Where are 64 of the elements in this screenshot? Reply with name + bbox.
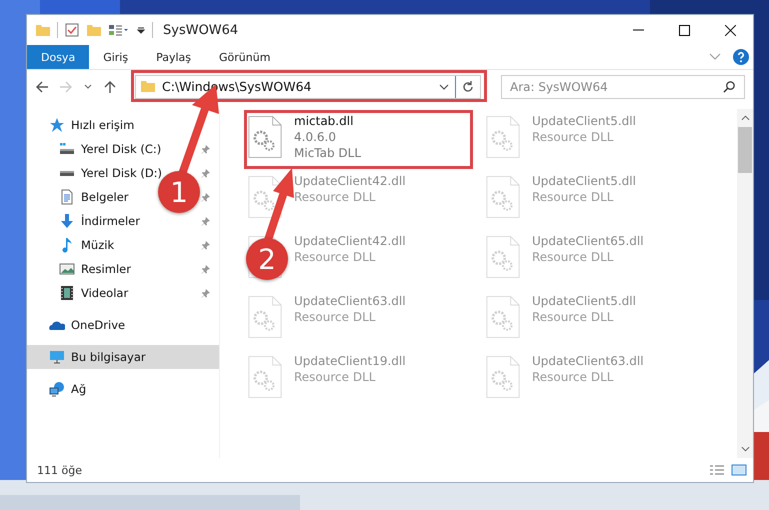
file-gear-icon xyxy=(248,175,282,219)
refresh-icon[interactable] xyxy=(461,80,475,94)
pin-icon[interactable] xyxy=(201,288,211,298)
search-icon[interactable] xyxy=(723,80,736,92)
drive-icon xyxy=(59,141,75,157)
file-gear-icon xyxy=(486,295,520,339)
window-title: SysWOW64 xyxy=(163,22,238,38)
file-gear-icon xyxy=(486,115,520,159)
chevron-icon[interactable] xyxy=(709,53,721,61)
close-icon xyxy=(724,24,736,36)
file-label[interactable]: mictab.dll 4.0.6.0 MicTab DLL xyxy=(294,113,362,161)
pin-icon[interactable] xyxy=(201,264,211,274)
details-view-icon[interactable] xyxy=(709,464,725,476)
sidebar-item[interactable]: OneDrive xyxy=(27,313,219,337)
minimize-icon xyxy=(632,29,644,31)
caret-icon[interactable] xyxy=(740,115,750,121)
ribbon-tab[interactable]: Dosya xyxy=(27,45,90,69)
file-gear-icon xyxy=(486,235,520,279)
dropdown-icon[interactable] xyxy=(136,25,146,35)
file-gear-icon xyxy=(486,355,520,399)
file-gear-icon xyxy=(248,355,282,399)
network-icon xyxy=(49,381,65,397)
pin-icon[interactable] xyxy=(201,144,211,154)
ribbon-tab[interactable]: Giriş xyxy=(89,45,142,69)
file-gear-icon xyxy=(248,295,282,339)
view-options-icon[interactable] xyxy=(108,22,130,38)
pictures-icon xyxy=(59,261,75,277)
pin-icon[interactable] xyxy=(201,192,211,202)
sidebar-item[interactable]: İndirmeler xyxy=(59,213,140,229)
caret-icon[interactable] xyxy=(83,82,93,92)
pin-icon[interactable] xyxy=(201,240,211,250)
scroll-thumb[interactable] xyxy=(738,127,752,173)
sidebar-item[interactable]: Bu bilgisayar xyxy=(27,345,219,369)
sidebar-item[interactable]: Müzik xyxy=(59,237,114,253)
properties-icon[interactable] xyxy=(64,22,80,38)
sidebar-item[interactable]: Belgeler xyxy=(59,189,129,205)
ribbon-tab[interactable]: Görünüm xyxy=(205,45,284,69)
up-icon[interactable] xyxy=(103,80,117,94)
drive-icon xyxy=(59,170,75,176)
sidebar-item[interactable]: Yerel Disk (C:) xyxy=(59,141,162,157)
pin-icon[interactable] xyxy=(201,216,211,226)
file-gear-icon xyxy=(486,175,520,219)
pin-icon[interactable] xyxy=(201,168,211,178)
scrollbar[interactable] xyxy=(737,109,753,458)
search-field[interactable]: Ara: SysWOW64 xyxy=(501,74,745,98)
help-icon[interactable] xyxy=(733,49,749,65)
monitor-icon xyxy=(49,349,65,365)
maximize-icon xyxy=(678,24,690,36)
document-icon xyxy=(59,189,75,205)
tiles-view-icon[interactable] xyxy=(731,464,747,476)
sidebar-item[interactable]: Hızlı erişim xyxy=(27,113,219,137)
item-count: 111 öğe xyxy=(37,464,82,476)
sidebar-item[interactable]: Videolar xyxy=(59,285,128,301)
file-gear-icon xyxy=(248,115,282,159)
sidebar-item[interactable]: Ağ xyxy=(27,377,219,401)
film-icon xyxy=(59,285,75,301)
caret-icon[interactable] xyxy=(740,446,750,452)
folder-icon xyxy=(140,80,156,93)
star-icon xyxy=(49,117,65,133)
download-icon xyxy=(59,213,75,229)
ribbon-tab[interactable]: Paylaş xyxy=(142,45,205,69)
caret-icon[interactable] xyxy=(439,82,449,92)
sidebar-item[interactable]: Resimler xyxy=(59,261,131,277)
back-icon[interactable] xyxy=(35,80,49,94)
